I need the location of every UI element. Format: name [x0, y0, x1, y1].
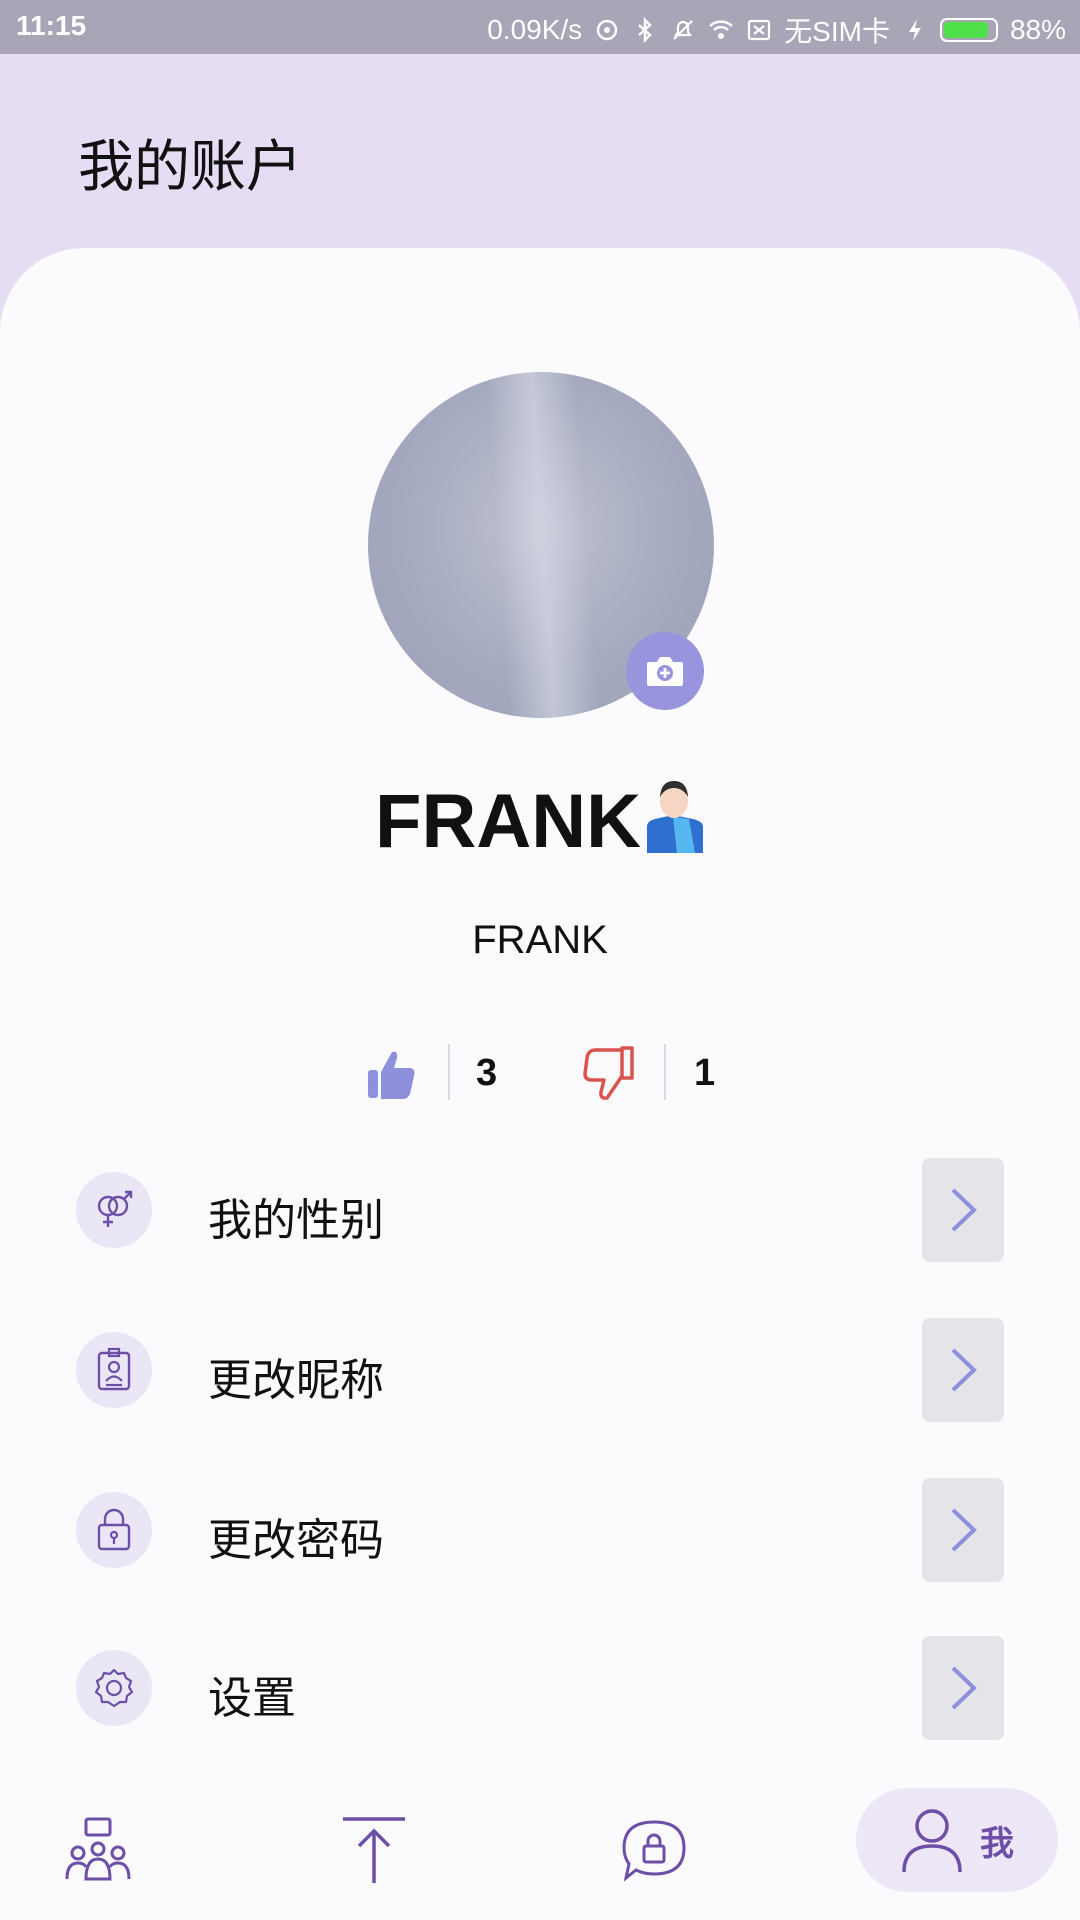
- tab-groups[interactable]: [48, 1780, 148, 1920]
- no-sim-icon: [748, 19, 771, 41]
- tab-upload[interactable]: [324, 1780, 424, 1920]
- camera-icon: [647, 657, 683, 686]
- battery-percent: 88%: [1009, 14, 1066, 45]
- secure-chat-icon: [622, 1820, 686, 1882]
- dislikes-count: 1: [694, 1052, 716, 1094]
- lock-icon-wrap: [76, 1492, 152, 1568]
- net-speed: 0.09K/s: [487, 14, 583, 45]
- menu-item-label: 更改昵称: [208, 1355, 384, 1406]
- upload-icon: [343, 1817, 405, 1883]
- likes-count: 3: [476, 1052, 498, 1094]
- menu-item-label: 我的性别: [208, 1195, 384, 1246]
- person-emoji-icon: [646, 781, 703, 853]
- menu-item-label: 设置: [208, 1673, 296, 1724]
- bottom-tab-bar: 我: [0, 1780, 1080, 1920]
- chevron-right-icon: [951, 1188, 977, 1232]
- chevron-right-icon: [951, 1666, 977, 1710]
- menu-item-nickname[interactable]: 更改昵称: [0, 1316, 1080, 1426]
- tab-me[interactable]: 我: [856, 1788, 1058, 1892]
- ratings-row: 3 1: [0, 1044, 1080, 1108]
- display-name-text: FRANK: [375, 779, 641, 864]
- divider: [448, 1044, 450, 1100]
- badge-icon: [97, 1347, 131, 1391]
- wifi-icon: [709, 20, 734, 39]
- battery-icon: [939, 18, 998, 42]
- chevron-right-button[interactable]: [922, 1478, 1004, 1582]
- username: FRANK: [472, 918, 608, 962]
- chevron-right-icon: [951, 1508, 977, 1552]
- battery-level: [943, 22, 988, 38]
- display-name: FRANK: [0, 775, 1080, 865]
- tab-me-label: 我: [980, 1823, 1014, 1864]
- gear-icon: [94, 1668, 134, 1708]
- gender-icon-wrap: [76, 1172, 152, 1248]
- gender-icon: [97, 1190, 133, 1227]
- status-bar: 11:15 0.09K/s 无SIM卡 88%: [0, 0, 1080, 54]
- bluetooth-icon: [638, 17, 652, 43]
- gear-icon-wrap: [76, 1650, 152, 1726]
- status-icons: 0.09K/s 无SIM卡 88%: [487, 10, 1066, 50]
- menu-item-label: 更改密码: [208, 1515, 384, 1566]
- thumbs-up-icon[interactable]: [366, 1048, 418, 1102]
- page-title: 我的账户: [78, 135, 302, 200]
- badge-icon-wrap: [76, 1332, 152, 1408]
- menu-item-password[interactable]: 更改密码: [0, 1476, 1080, 1586]
- tab-private-chat[interactable]: [604, 1780, 704, 1920]
- menu-item-settings[interactable]: 设置: [0, 1634, 1080, 1744]
- charging-icon: [908, 19, 921, 41]
- divider: [664, 1044, 666, 1100]
- thumbs-down-icon[interactable]: [582, 1044, 636, 1102]
- group-icon: [65, 1817, 131, 1881]
- mute-icon: [673, 20, 693, 40]
- chevron-right-button[interactable]: [922, 1158, 1004, 1262]
- sim-status: 无SIM卡: [784, 16, 890, 47]
- status-time: 11:15: [16, 10, 87, 41]
- user-icon: [902, 1809, 962, 1873]
- menu-item-gender[interactable]: 我的性别: [0, 1156, 1080, 1266]
- lock-icon: [97, 1508, 131, 1551]
- chevron-right-button[interactable]: [922, 1636, 1004, 1740]
- chevron-right-icon: [951, 1348, 977, 1392]
- change-avatar-button[interactable]: [626, 632, 704, 710]
- chevron-right-button[interactable]: [922, 1318, 1004, 1422]
- hotspot-icon: [596, 19, 618, 41]
